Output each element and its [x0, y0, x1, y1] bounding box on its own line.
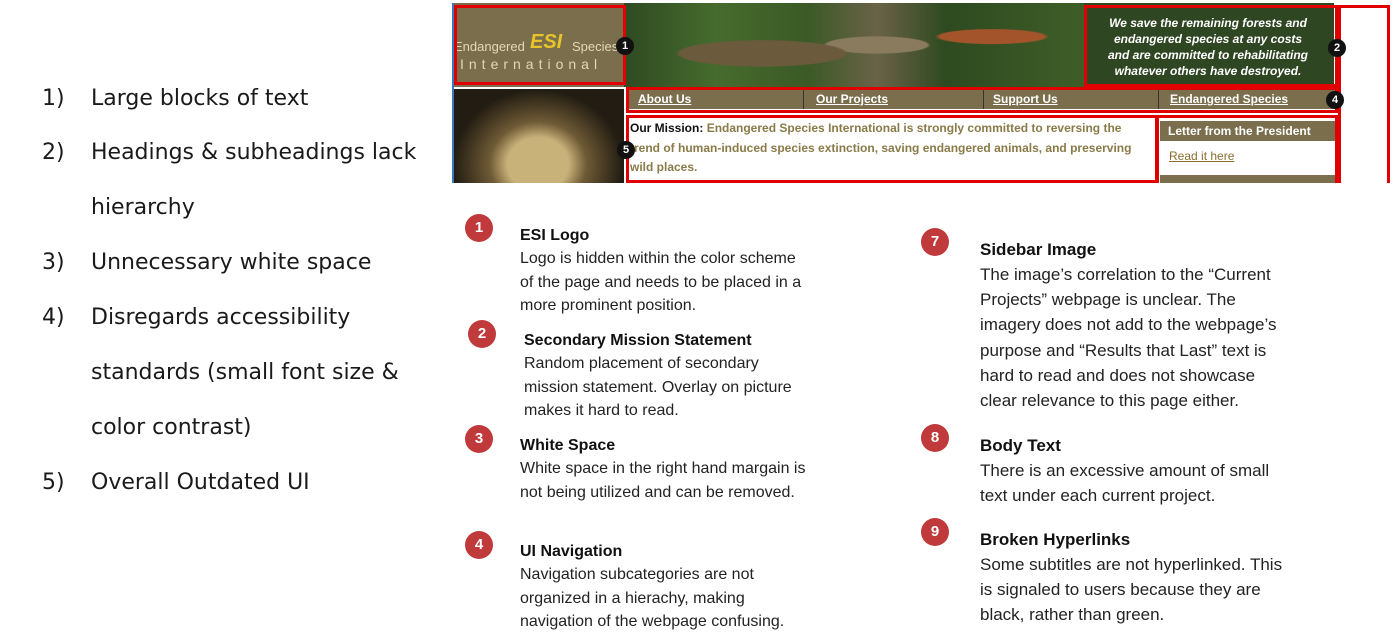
badge-1: 1 [616, 37, 634, 55]
highlight-box-whitespace [1338, 5, 1390, 183]
annotation-badge: 4 [465, 531, 493, 559]
annotation-title: ESI Logo [520, 227, 590, 244]
annotation-body: Some subtitles are not hyperlinked. This… [980, 555, 1283, 625]
highlight-box-mission [626, 115, 1158, 183]
annotation-title: Sidebar Image [980, 240, 1097, 259]
annotation-title: Body Text [980, 436, 1061, 455]
annotation-badge: 7 [921, 228, 949, 256]
highlight-box-logo [454, 5, 626, 85]
header-forest-image [624, 3, 1084, 87]
annotation-badge: 1 [465, 214, 493, 242]
annotation-title: Secondary Mission Statement [524, 332, 752, 349]
annotation-title: Broken Hyperlinks [980, 530, 1131, 549]
badge-2: 2 [1328, 39, 1346, 57]
annotation-badge: 9 [921, 518, 949, 546]
sidebar-image [452, 89, 624, 183]
annotation-body: Random placement of secondary mission st… [524, 355, 792, 419]
annotation-title: White Space [520, 437, 616, 454]
annotation-badge: 8 [921, 424, 949, 452]
annotation-body: White space in the right hand margain is… [520, 460, 806, 501]
annotation-body: Navigation subcategories are not organiz… [520, 566, 785, 630]
highlight-box-sidebar [1156, 115, 1338, 183]
badge-4: 4 [1326, 91, 1344, 109]
annotation-title: UI Navigation [520, 543, 623, 560]
highlight-box-navigation [626, 87, 1338, 113]
website-screenshot: Endangered ESI Species International We … [452, 3, 1395, 183]
annotation-badge: 2 [468, 320, 496, 348]
panel-edge [452, 3, 458, 183]
annotation-body: The image’s correlation to the “Current … [980, 265, 1277, 411]
badge-5: 5 [617, 141, 635, 159]
highlight-box-statement [1084, 5, 1338, 87]
annotation-body: There is an excessive amount of small te… [980, 461, 1270, 506]
annotation-body: Logo is hidden within the color scheme o… [520, 250, 802, 314]
annotation-badge: 3 [465, 425, 493, 453]
